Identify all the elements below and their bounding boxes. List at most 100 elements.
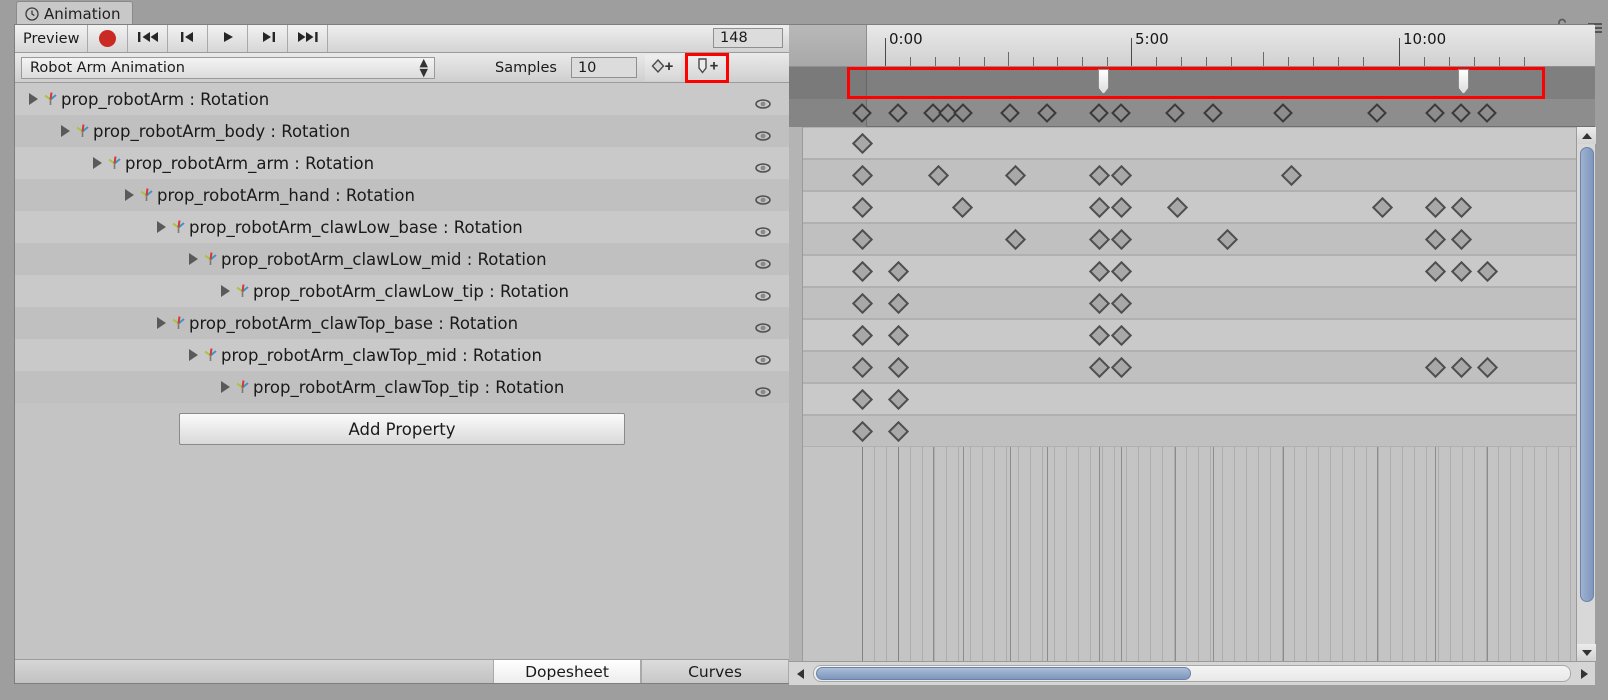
preview-button[interactable]: Preview: [15, 25, 89, 52]
scroll-up-button[interactable]: [1577, 127, 1596, 144]
diamond-keyframe-icon[interactable]: [851, 292, 874, 315]
first-frame-button[interactable]: [128, 25, 169, 52]
diamond-keyframe-icon[interactable]: [1088, 324, 1111, 347]
eye-icon[interactable]: [755, 318, 771, 333]
property-row[interactable]: prop_robotArm_clawLow_mid : Rotation: [15, 243, 789, 275]
add-property-button[interactable]: Add Property: [179, 413, 625, 445]
keyframe-row[interactable]: [803, 159, 1595, 191]
tab-dopesheet[interactable]: Dopesheet: [493, 660, 641, 683]
diamond-keyframe-icon[interactable]: [1450, 356, 1473, 379]
diamond-keyframe-icon[interactable]: [1088, 228, 1111, 251]
diamond-keyframe-icon[interactable]: [1280, 164, 1303, 187]
property-row[interactable]: prop_robotArm_hand : Rotation: [15, 179, 789, 211]
diamond-keyframe-icon[interactable]: [1450, 260, 1473, 283]
property-row[interactable]: prop_robotArm_arm : Rotation: [15, 147, 789, 179]
time-ruler[interactable]: 0:00 5:00 10:00: [789, 25, 1595, 67]
diamond-keyframe-icon[interactable]: [1450, 228, 1473, 251]
horizontal-scrollbar[interactable]: [789, 661, 1595, 685]
diamond-keyframe-icon[interactable]: [1088, 196, 1111, 219]
property-row[interactable]: prop_robotArm_clawTop_tip : Rotation: [15, 371, 789, 403]
property-row[interactable]: prop_robotArm_clawLow_tip : Rotation: [15, 275, 789, 307]
clip-selector[interactable]: Robot Arm Animation ▲ ▼: [21, 56, 435, 79]
diamond-keyframe-icon[interactable]: [1037, 103, 1057, 123]
diamond-keyframe-icon[interactable]: [851, 132, 874, 155]
diamond-keyframe-icon[interactable]: [1110, 292, 1133, 315]
diamond-keyframe-icon[interactable]: [887, 388, 910, 411]
diamond-keyframe-icon[interactable]: [1424, 228, 1447, 251]
keyframe-row[interactable]: [803, 191, 1595, 223]
eye-icon[interactable]: [755, 190, 771, 205]
horizontal-scroll-thumb[interactable]: [816, 667, 1191, 680]
diamond-keyframe-icon[interactable]: [851, 420, 874, 443]
eye-icon[interactable]: [755, 382, 771, 397]
diamond-keyframe-icon[interactable]: [851, 260, 874, 283]
triangle-right-icon[interactable]: [189, 349, 198, 361]
diamond-keyframe-icon[interactable]: [1110, 228, 1133, 251]
eye-icon[interactable]: [755, 350, 771, 365]
diamond-keyframe-icon[interactable]: [851, 196, 874, 219]
eye-icon[interactable]: [755, 158, 771, 173]
triangle-right-icon[interactable]: [125, 189, 134, 201]
eye-icon[interactable]: [755, 254, 771, 269]
eye-icon[interactable]: [755, 286, 771, 301]
add-event-button[interactable]: [684, 52, 729, 83]
eye-icon[interactable]: [755, 126, 771, 141]
triangle-right-icon[interactable]: [61, 125, 70, 137]
triangle-right-icon[interactable]: [93, 157, 102, 169]
keyframe-row[interactable]: [803, 415, 1595, 447]
triangle-right-icon[interactable]: [221, 381, 230, 393]
diamond-keyframe-icon[interactable]: [1110, 196, 1133, 219]
diamond-keyframe-icon[interactable]: [851, 164, 874, 187]
diamond-keyframe-icon[interactable]: [1110, 324, 1133, 347]
play-button[interactable]: [208, 25, 249, 52]
diamond-keyframe-icon[interactable]: [888, 103, 908, 123]
next-frame-button[interactable]: [248, 25, 289, 52]
diamond-keyframe-icon[interactable]: [887, 292, 910, 315]
vertical-scrollbar[interactable]: [1576, 127, 1596, 661]
record-button[interactable]: [88, 25, 129, 52]
diamond-keyframe-icon[interactable]: [1166, 196, 1189, 219]
diamond-keyframe-icon[interactable]: [887, 356, 910, 379]
diamond-keyframe-icon[interactable]: [1088, 356, 1111, 379]
diamond-keyframe-icon[interactable]: [1424, 356, 1447, 379]
summary-keyframe-row[interactable]: [789, 99, 1595, 127]
diamond-keyframe-icon[interactable]: [1273, 103, 1293, 123]
diamond-keyframe-icon[interactable]: [1000, 103, 1020, 123]
diamond-keyframe-icon[interactable]: [1089, 103, 1109, 123]
tab-animation[interactable]: Animation: [16, 1, 134, 25]
diamond-keyframe-icon[interactable]: [1004, 228, 1027, 251]
diamond-keyframe-icon[interactable]: [1110, 356, 1133, 379]
diamond-keyframe-icon[interactable]: [1451, 103, 1471, 123]
triangle-right-icon[interactable]: [221, 285, 230, 297]
keyframe-grid[interactable]: [789, 127, 1595, 661]
horizontal-scroll-track[interactable]: [813, 665, 1571, 682]
diamond-keyframe-icon[interactable]: [953, 103, 973, 123]
diamond-keyframe-icon[interactable]: [887, 260, 910, 283]
diamond-keyframe-icon[interactable]: [887, 324, 910, 347]
property-row[interactable]: prop_robotArm : Rotation: [15, 83, 789, 115]
triangle-right-icon[interactable]: [189, 253, 198, 265]
add-keyframe-button[interactable]: [644, 54, 681, 81]
triangle-right-icon[interactable]: [157, 317, 166, 329]
tab-curves[interactable]: Curves: [641, 660, 789, 683]
diamond-keyframe-icon[interactable]: [851, 324, 874, 347]
triangle-right-icon[interactable]: [157, 221, 166, 233]
property-row[interactable]: prop_robotArm_clawTop_base : Rotation: [15, 307, 789, 339]
diamond-keyframe-icon[interactable]: [1004, 164, 1027, 187]
diamond-keyframe-icon[interactable]: [1476, 260, 1499, 283]
diamond-keyframe-icon[interactable]: [1203, 103, 1223, 123]
diamond-keyframe-icon[interactable]: [1424, 260, 1447, 283]
diamond-keyframe-icon[interactable]: [927, 164, 950, 187]
keyframe-row[interactable]: [803, 319, 1595, 351]
triangle-right-icon[interactable]: [29, 93, 38, 105]
diamond-keyframe-icon[interactable]: [1371, 196, 1394, 219]
keyframe-row[interactable]: [803, 223, 1595, 255]
current-frame-field[interactable]: 148: [713, 28, 783, 48]
diamond-keyframe-icon[interactable]: [887, 420, 910, 443]
diamond-keyframe-icon[interactable]: [1088, 260, 1111, 283]
diamond-keyframe-icon[interactable]: [1367, 103, 1387, 123]
diamond-keyframe-icon[interactable]: [951, 196, 974, 219]
scroll-right-button[interactable]: [1573, 663, 1595, 685]
diamond-keyframe-icon[interactable]: [1165, 103, 1185, 123]
property-row[interactable]: prop_robotArm_clawLow_base : Rotation: [15, 211, 789, 243]
